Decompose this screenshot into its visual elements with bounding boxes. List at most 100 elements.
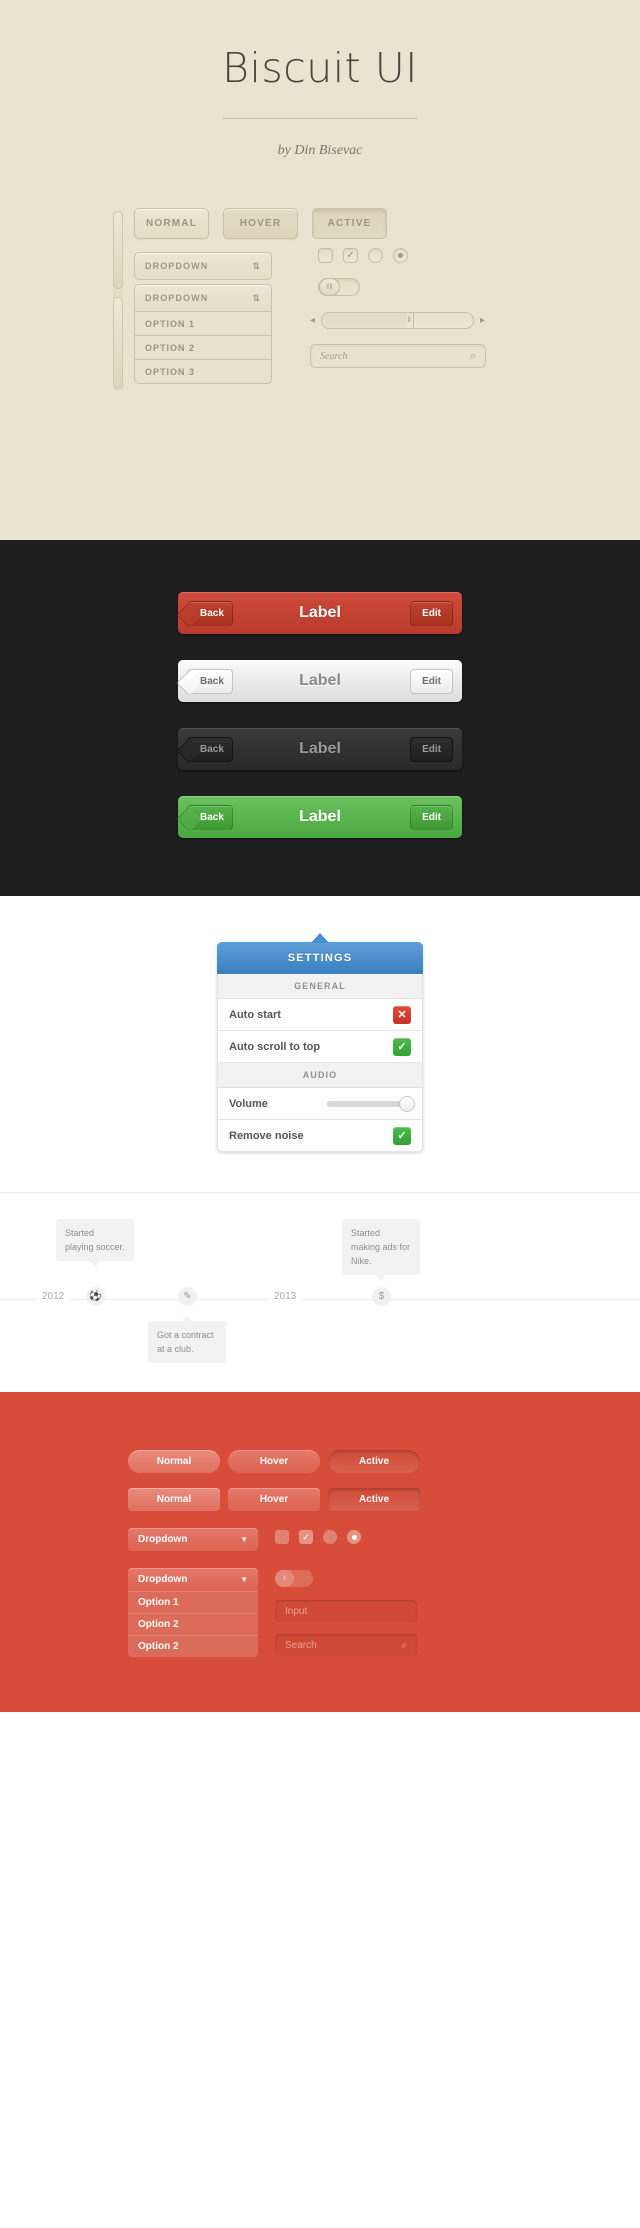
row-label: Volume xyxy=(229,1097,268,1110)
chevron-down-icon: ▼ xyxy=(240,1535,248,1544)
settings-row-auto-start[interactable]: Auto start ✕ xyxy=(217,999,423,1031)
settings-row-remove-noise[interactable]: Remove noise ✓ xyxy=(217,1120,423,1152)
toggle-switch[interactable]: ‖‖ xyxy=(318,278,360,296)
settings-panel: SETTINGS GENERAL Auto start ✕ Auto scrol… xyxy=(217,933,423,1152)
radio-unchecked[interactable] xyxy=(323,1530,337,1544)
volume-slider[interactable] xyxy=(327,1095,415,1112)
checkbox-checked[interactable]: ✓ xyxy=(343,248,358,263)
settings-row-auto-scroll[interactable]: Auto scroll to top ✓ xyxy=(217,1031,423,1063)
dropdown-open[interactable]: DROPDOWN ⇅ xyxy=(134,284,272,312)
search-placeholder: Search xyxy=(320,350,348,362)
red-search-input[interactable]: Search ⌕ xyxy=(275,1634,417,1656)
pill-button-hover[interactable]: Hover xyxy=(228,1450,320,1473)
timeline-year: 2013 xyxy=(268,1291,303,1302)
toggle-off-icon[interactable]: ✕ xyxy=(393,1005,411,1024)
byline: by Din Bisevac xyxy=(277,143,363,158)
navbar-light: Back Label Edit xyxy=(178,660,462,702)
speaker-high-icon: ▸ xyxy=(479,315,485,326)
red-dropdown-option[interactable]: Option 1 xyxy=(128,1591,258,1613)
dropdown-option[interactable]: OPTION 3 xyxy=(134,360,272,384)
search-placeholder: Search xyxy=(285,1639,317,1651)
red-dropdown-closed[interactable]: Dropdown ▼ xyxy=(128,1528,258,1551)
back-button[interactable]: Back xyxy=(187,736,233,762)
red-controls: Normal Hover Active Normal Hover Active … xyxy=(110,1450,530,1660)
title-divider xyxy=(222,118,418,119)
back-button[interactable]: Back xyxy=(187,600,233,626)
group-header-general: GENERAL xyxy=(217,974,423,999)
slider-track[interactable]: ‖ xyxy=(321,312,474,329)
checkbox-unchecked[interactable] xyxy=(275,1530,289,1544)
biscuit-section: Biscuit UI by Din Bisevac NORMAL HOVER A… xyxy=(0,0,640,540)
toggle-knob[interactable]: ‖ xyxy=(275,1570,294,1587)
settings-title: SETTINGS xyxy=(217,942,423,974)
scrollbar-thumb-upper[interactable] xyxy=(113,211,123,289)
chevron-down-icon: ▼ xyxy=(240,1575,248,1584)
checkbox-radio-row: ✓ xyxy=(318,248,408,263)
timeline-bubble: Got a contract at a club. xyxy=(148,1315,226,1363)
edit-button[interactable]: Edit xyxy=(410,668,453,694)
checkbox-checked[interactable]: ✓ xyxy=(299,1530,313,1544)
navbar-dark: Back Label Edit xyxy=(178,728,462,770)
dropdown-label: DROPDOWN xyxy=(145,261,209,271)
toggle-on-icon[interactable]: ✓ xyxy=(393,1037,411,1056)
checkbox-unchecked[interactable] xyxy=(318,248,333,263)
button-active[interactable]: ACTIVE xyxy=(312,208,387,239)
toggle-on-icon[interactable]: ✓ xyxy=(393,1126,411,1145)
slider-knob[interactable] xyxy=(399,1095,415,1112)
rect-button-active[interactable]: Active xyxy=(328,1488,420,1511)
timeline-bubble: Started playing soccer. xyxy=(56,1219,134,1267)
cream-button-row: NORMAL HOVER ACTIVE xyxy=(134,208,387,239)
timeline-year: 2012 xyxy=(36,1291,71,1302)
red-dropdown-open[interactable]: Dropdown ▼ xyxy=(128,1568,258,1591)
radio-checked[interactable] xyxy=(347,1530,361,1544)
rect-button-normal[interactable]: Normal xyxy=(128,1488,220,1511)
row-label: Remove noise xyxy=(229,1129,304,1142)
navbar-red: Back Label Edit xyxy=(178,592,462,634)
rect-button-hover[interactable]: Hover xyxy=(228,1488,320,1511)
back-button[interactable]: Back xyxy=(187,668,233,694)
pill-button-active[interactable]: Active xyxy=(328,1450,420,1473)
radio-dot-icon xyxy=(351,1534,357,1540)
slider-fill xyxy=(322,313,407,328)
slider-handle[interactable]: ‖ xyxy=(404,312,416,329)
timeline-node-nike[interactable]: $ xyxy=(372,1287,391,1306)
button-hover[interactable]: HOVER xyxy=(223,208,298,239)
dropdown-option[interactable]: OPTION 2 xyxy=(134,336,272,360)
settings-row-volume[interactable]: Volume xyxy=(217,1088,423,1120)
scrollbar-thumb-lower[interactable] xyxy=(113,297,123,389)
dropdown-option[interactable]: OPTION 1 xyxy=(134,312,272,336)
red-toggle-switch[interactable]: ‖ xyxy=(275,1570,313,1587)
dropdown-label: DROPDOWN xyxy=(145,293,209,303)
red-dropdown-option[interactable]: Option 2 xyxy=(128,1613,258,1635)
chevron-updown-icon: ⇅ xyxy=(252,261,261,271)
search-icon[interactable]: ⌕ xyxy=(401,1640,407,1651)
search-field[interactable]: Search ⌕ xyxy=(310,344,486,368)
scrollbar-track[interactable] xyxy=(113,211,123,391)
volume-slider[interactable]: ◂ ‖ ▸ xyxy=(310,312,485,329)
radio-checked[interactable] xyxy=(393,248,408,263)
edit-button[interactable]: Edit xyxy=(410,804,453,830)
toggle-knob[interactable]: ‖‖ xyxy=(319,278,340,296)
input-placeholder: Input xyxy=(285,1605,308,1617)
group-header-audio: AUDIO xyxy=(217,1063,423,1088)
edit-button[interactable]: Edit xyxy=(410,600,453,626)
ui-kit-page: Biscuit UI by Din Bisevac NORMAL HOVER A… xyxy=(0,0,640,1712)
radio-unchecked[interactable] xyxy=(368,248,383,263)
chevron-updown-icon: ⇅ xyxy=(252,293,261,303)
search-icon[interactable]: ⌕ xyxy=(470,350,476,363)
red-pill-button-row: Normal Hover Active xyxy=(128,1450,420,1473)
settings-section: SETTINGS GENERAL Auto start ✕ Auto scrol… xyxy=(0,896,640,1192)
timeline-section: 2012 2013 ⚽ ✎ $ Started playing soccer. … xyxy=(0,1192,640,1392)
edit-button[interactable]: Edit xyxy=(410,736,453,762)
button-normal[interactable]: NORMAL xyxy=(134,208,209,239)
pill-button-normal[interactable]: Normal xyxy=(128,1450,220,1473)
navbar-green: Back Label Edit xyxy=(178,796,462,838)
dropdown-closed[interactable]: DROPDOWN ⇅ xyxy=(134,252,272,280)
back-button[interactable]: Back xyxy=(187,804,233,830)
timeline-bubble: Started making ads for Nike. xyxy=(342,1219,420,1281)
timeline-node-soccer[interactable]: ⚽ xyxy=(86,1287,105,1306)
red-text-input[interactable]: Input xyxy=(275,1600,417,1622)
red-dropdown-option[interactable]: Option 2 xyxy=(128,1635,258,1657)
radio-dot-icon xyxy=(398,253,403,258)
timeline-node-contract[interactable]: ✎ xyxy=(178,1287,197,1306)
